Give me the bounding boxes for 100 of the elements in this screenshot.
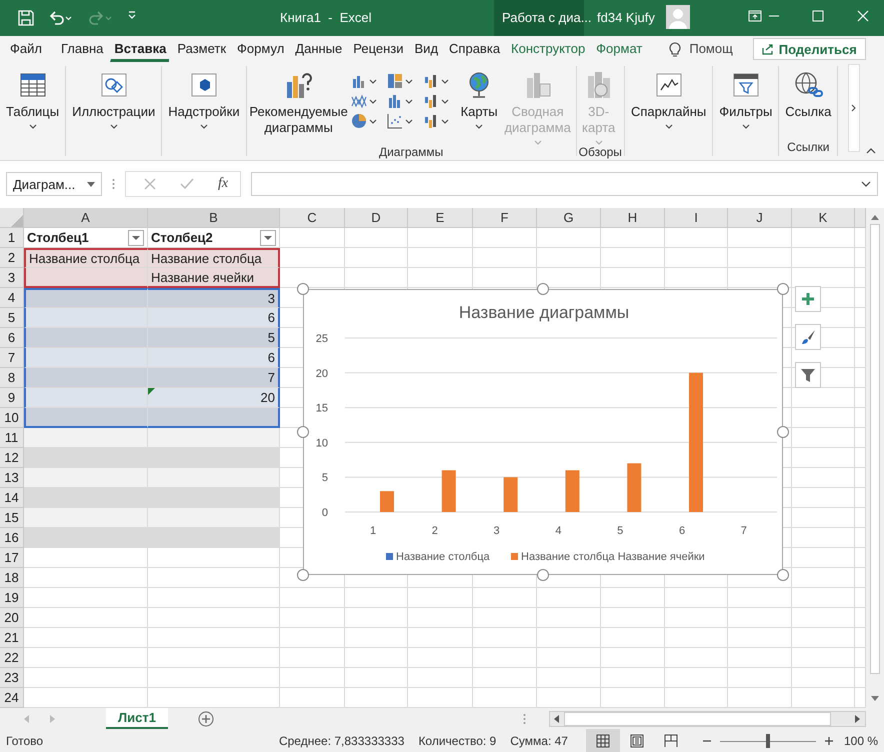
horizontal-scrollbar[interactable]	[549, 710, 866, 726]
name-box[interactable]: Диаграм...	[6, 172, 102, 196]
row-header[interactable]: 3	[0, 268, 24, 288]
row-header[interactable]: 19	[0, 588, 24, 608]
column-header[interactable]: B	[148, 208, 280, 228]
ribbon-tab[interactable]: Формат	[592, 36, 646, 62]
chart-filters-button[interactable]	[795, 362, 821, 388]
lightbulb-icon[interactable]	[669, 41, 682, 57]
resize-handle[interactable]	[297, 426, 309, 438]
save-icon[interactable]	[18, 10, 34, 26]
scroll-thumb[interactable]	[870, 224, 880, 674]
expand-icon[interactable]	[861, 181, 871, 187]
row-header[interactable]: 18	[0, 568, 24, 588]
row-header[interactable]: 7	[0, 348, 24, 368]
chart-area[interactable]: Название диаграммы 0 5 10 15 20 25 1 2 3 4 5 6 7 Название столбца Название столбца Название ячейки	[303, 289, 783, 575]
ribbon-button[interactable]: Спарклайны	[626, 70, 710, 129]
formula-input[interactable]	[251, 172, 878, 196]
column-header[interactable]: I	[665, 208, 728, 228]
row-header[interactable]: 8	[0, 368, 24, 388]
row-header[interactable]: 2	[0, 248, 24, 268]
row-header[interactable]: 14	[0, 488, 24, 508]
row-header[interactable]: 10	[0, 408, 24, 428]
row-header[interactable]: 16	[0, 528, 24, 548]
resize-handle[interactable]	[537, 283, 549, 295]
zoom-slider-thumb[interactable]	[766, 734, 770, 748]
column-header[interactable]: D	[345, 208, 408, 228]
resize-handle[interactable]	[297, 569, 309, 581]
row-header[interactable]: 12	[0, 448, 24, 468]
scroll-left-icon[interactable]	[554, 714, 560, 722]
row-header[interactable]: 6	[0, 328, 24, 348]
tell-me-field[interactable]: Помощ	[681, 36, 741, 62]
ribbon-tab[interactable]: Файл	[6, 36, 45, 62]
customize-caret-icon[interactable]	[127, 10, 137, 20]
ribbon-button[interactable]: Ссылка	[781, 70, 836, 120]
resize-handle[interactable]	[297, 283, 309, 295]
row-header[interactable]: 5	[0, 308, 24, 328]
splitter-icon[interactable]	[523, 712, 526, 724]
redo-icon[interactable]	[88, 10, 112, 26]
bar[interactable]	[565, 470, 580, 512]
ribbon-button[interactable]: Рекомендуемые диаграммы	[248, 70, 349, 136]
legend-item[interactable]: Название столбца	[386, 551, 490, 563]
column-header[interactable]: F	[473, 208, 537, 228]
legend-item[interactable]: Название столбца Название ячейки	[511, 551, 705, 563]
row-header[interactable]: 21	[0, 628, 24, 648]
row-header[interactable]: 13	[0, 468, 24, 488]
column-header[interactable]: C	[280, 208, 345, 228]
scroll-up-icon[interactable]	[871, 214, 879, 220]
bar[interactable]	[504, 477, 518, 512]
scroll-right-icon[interactable]	[855, 714, 861, 722]
row-header[interactable]: 1	[0, 228, 24, 248]
zoom-level[interactable]: 100 %	[844, 734, 878, 748]
share-button[interactable]: Поделиться	[752, 38, 866, 60]
chart-styles-button[interactable]	[795, 324, 821, 350]
ribbon-button[interactable]: Карты	[456, 70, 502, 129]
scroll-thumb[interactable]	[564, 712, 831, 726]
user-name[interactable]: fd34 Kjufy	[597, 10, 655, 25]
ribbon-button[interactable]: Таблицы	[2, 70, 64, 129]
row-header[interactable]: 23	[0, 668, 24, 688]
ribbon-display-icon[interactable]	[748, 10, 762, 22]
maximize-icon[interactable]	[812, 10, 824, 22]
insert-function-button[interactable]: fx	[218, 176, 228, 192]
column-header[interactable]: J	[728, 208, 792, 228]
row-header[interactable]: 11	[0, 428, 24, 448]
ribbon-tab[interactable]: Разметк	[173, 36, 230, 62]
ribbon-button[interactable]: Иллюстрации	[68, 70, 160, 129]
scroll-down-icon[interactable]	[871, 696, 879, 702]
column-header[interactable]: E	[408, 208, 473, 228]
ribbon-tab[interactable]: Рецензи	[349, 36, 407, 62]
vertical-scrollbar[interactable]	[866, 208, 884, 708]
column-header[interactable]: K	[792, 208, 855, 228]
ribbon-tab[interactable]: Вид	[410, 36, 442, 62]
ribbon-tab[interactable]: Конструктор	[507, 36, 588, 62]
collapse-ribbon-icon[interactable]	[866, 148, 876, 154]
ribbon-button[interactable]: Надстройки	[164, 70, 244, 129]
zoom-in-icon[interactable]	[824, 736, 834, 746]
resize-handle[interactable]	[537, 569, 549, 581]
ribbon-tab[interactable]: Данные	[291, 36, 346, 62]
row-header[interactable]: 20	[0, 608, 24, 628]
row-header[interactable]: 9	[0, 388, 24, 408]
resize-handle[interactable]	[777, 569, 789, 581]
chart-title[interactable]: Название диаграммы	[458, 303, 630, 322]
column-header[interactable]: H	[601, 208, 665, 228]
chart-elements-button[interactable]	[795, 286, 821, 312]
column-header[interactable]: G	[537, 208, 601, 228]
row-header[interactable]: 15	[0, 508, 24, 528]
ribbon-tab[interactable]: Справка	[445, 36, 504, 62]
column-header[interactable]: A	[24, 208, 148, 228]
undo-icon[interactable]	[48, 10, 72, 26]
close-icon[interactable]	[857, 10, 869, 22]
row-header[interactable]: 4	[0, 288, 24, 308]
filter-dropdown-icon[interactable]	[260, 230, 276, 246]
ribbon-button[interactable]: Фильтры	[715, 70, 776, 129]
ribbon-tab[interactable]: Главна	[56, 36, 106, 62]
sheet-tab[interactable]: Лист1	[106, 708, 168, 729]
row-header[interactable]: 17	[0, 548, 24, 568]
add-sheet-icon[interactable]	[198, 710, 214, 726]
normal-view-button[interactable]	[586, 729, 620, 752]
ribbon-tab[interactable]: Формул	[233, 36, 288, 62]
row-header[interactable]: 24	[0, 688, 24, 708]
filter-dropdown-icon[interactable]	[128, 230, 144, 246]
